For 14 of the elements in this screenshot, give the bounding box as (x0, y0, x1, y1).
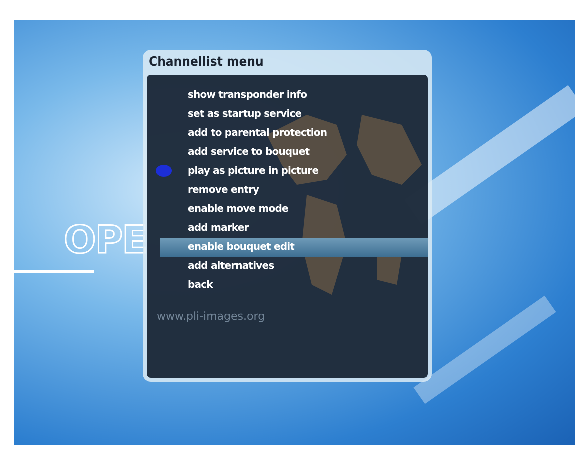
menu-item[interactable]: add marker (160, 219, 428, 238)
window-title: Channellist menu (149, 55, 264, 70)
menu-item[interactable]: add alternatives (160, 257, 428, 276)
logo-text: OPE (64, 218, 144, 262)
menu-item[interactable]: add service to bouquet (160, 143, 428, 162)
menu-item[interactable]: enable bouquet edit (160, 238, 428, 257)
menu-item[interactable]: back (160, 276, 428, 295)
website-text: www.pli-images.org (157, 310, 266, 323)
menu-item[interactable]: add to parental protection (160, 124, 428, 143)
menu-item[interactable]: set as startup service (160, 105, 428, 124)
menu-item[interactable]: show transponder info (160, 86, 428, 105)
menu-item[interactable]: remove entry (160, 181, 428, 200)
menu-item[interactable]: enable move mode (160, 200, 428, 219)
menu-item[interactable]: play as picture in picture (160, 162, 428, 181)
